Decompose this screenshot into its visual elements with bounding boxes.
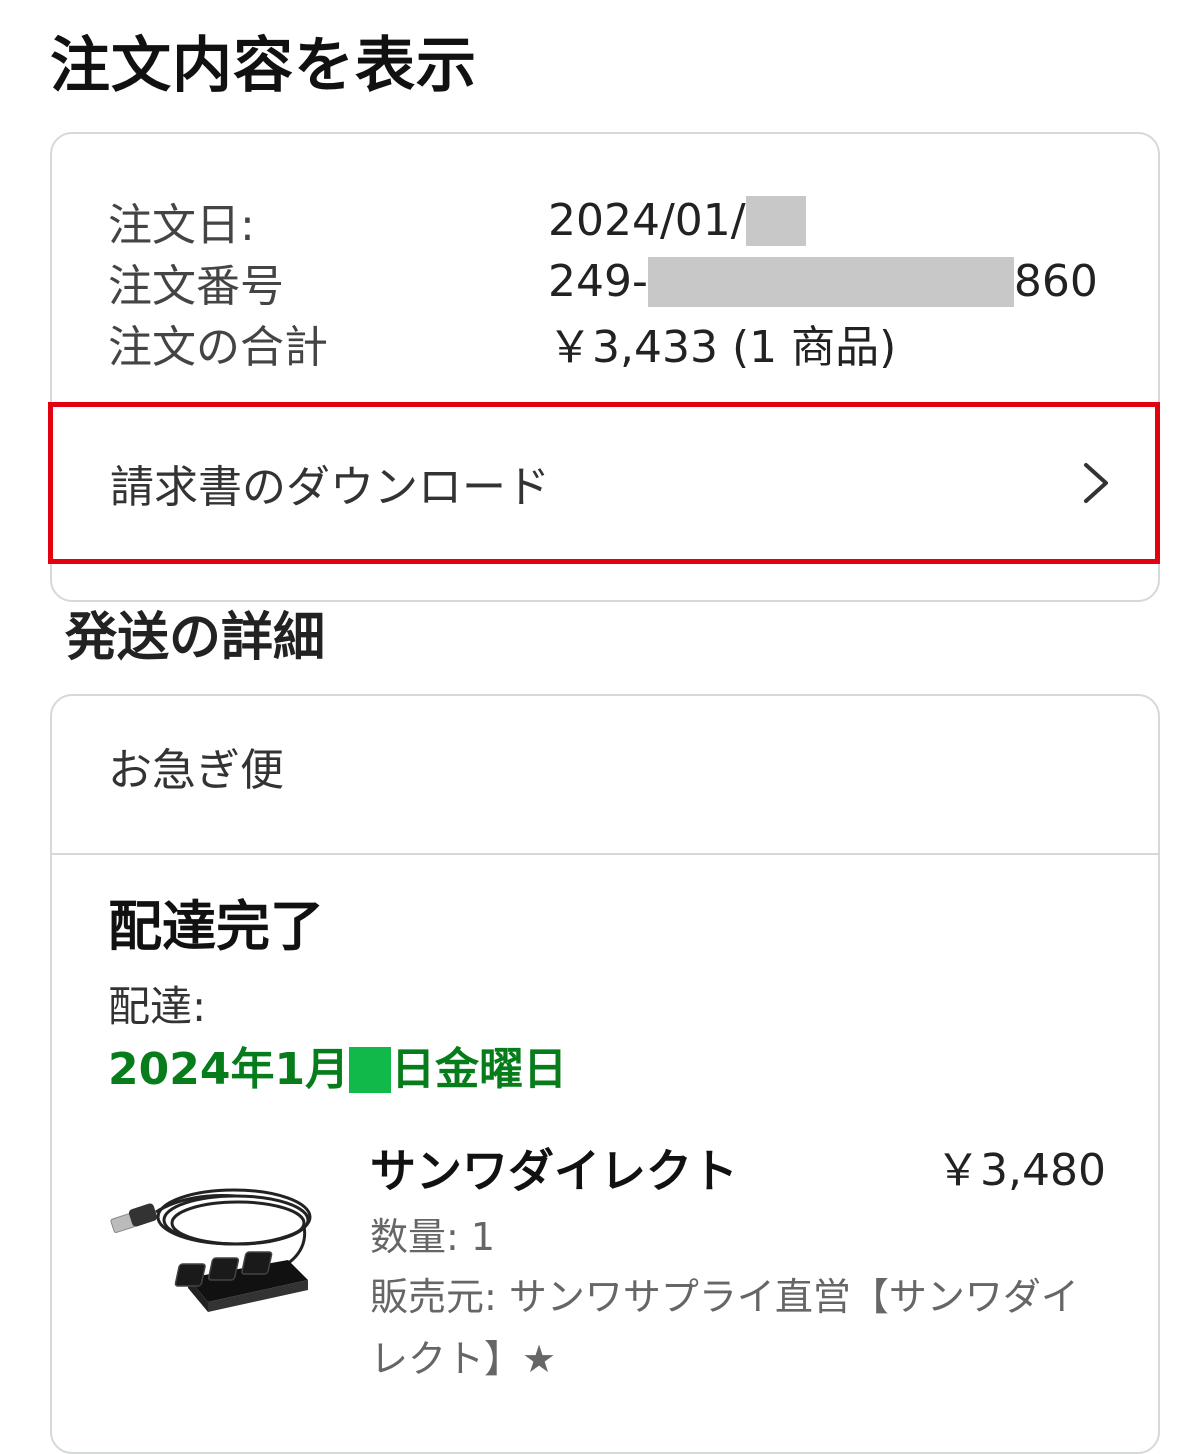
product-price: ￥3,480 [936, 1145, 1106, 1196]
page-title: 注文内容を表示 [50, 31, 477, 101]
order-total-row: 注文の合計 ￥3,433 (1 商品) [108, 312, 1118, 373]
order-number-redaction [647, 256, 1014, 307]
order-number-prefix: 249- [548, 256, 648, 307]
order-date-label: 注文日: [108, 199, 255, 251]
delivery-label: 配達: [108, 982, 207, 1031]
product-seller: 販売元: サンワサプライ直営【サンワダイレクト】★ [370, 1275, 1079, 1381]
order-number-value: 249- 860 [548, 256, 1098, 307]
order-total-value: ￥3,433 (1 商品) [548, 321, 897, 373]
delivery-date-suffix: 日金曜日 [391, 1044, 568, 1095]
product-quantity: 数量: 1 [370, 1215, 496, 1259]
order-date-row: 注文日: 2024/01/ [108, 190, 1118, 251]
product-name-link[interactable]: サンワダイレクト [370, 1140, 738, 1202]
delivery-date-prefix: 2024年1月 [108, 1044, 350, 1095]
order-date-value: 2024/01/ [548, 195, 806, 246]
chevron-right-icon [1084, 463, 1108, 503]
delivery-date: 2024年1月 日金曜日 [108, 1039, 567, 1101]
order-number-row: 注文番号 249- 860 [108, 251, 1118, 312]
order-total-label: 注文の合計 [108, 321, 328, 373]
divider [52, 853, 1158, 855]
shipping-method: お急ぎ便 [108, 745, 284, 796]
order-date-text: 2024/01/ [548, 195, 746, 246]
order-summary-rows: 注文日: 2024/01/ 注文番号 249- 860 注文の合計 ￥3,433… [108, 190, 1118, 373]
order-date-redaction [745, 195, 806, 246]
order-number-label: 注文番号 [108, 260, 284, 312]
delivery-status: 配達完了 [108, 895, 324, 958]
invoice-download-label: 請求書のダウンロード [110, 462, 550, 513]
shipping-details-heading: 発送の詳細 [65, 608, 326, 668]
order-summary-card: 注文日: 2024/01/ 注文番号 249- 860 注文の合計 ￥3,433… [48, 132, 1160, 602]
shipping-details-card: お急ぎ便 配達完了 配達: 2024年1月 日金曜日 サンワダイレクト ￥3,4… [50, 694, 1160, 1454]
usb-plug-icon [110, 1203, 158, 1234]
product-image[interactable] [108, 1168, 318, 1318]
order-number-suffix: 860 [1013, 256, 1098, 307]
delivery-date-redaction [349, 1047, 392, 1093]
invoice-download-link[interactable]: 請求書のダウンロード [48, 402, 1160, 564]
